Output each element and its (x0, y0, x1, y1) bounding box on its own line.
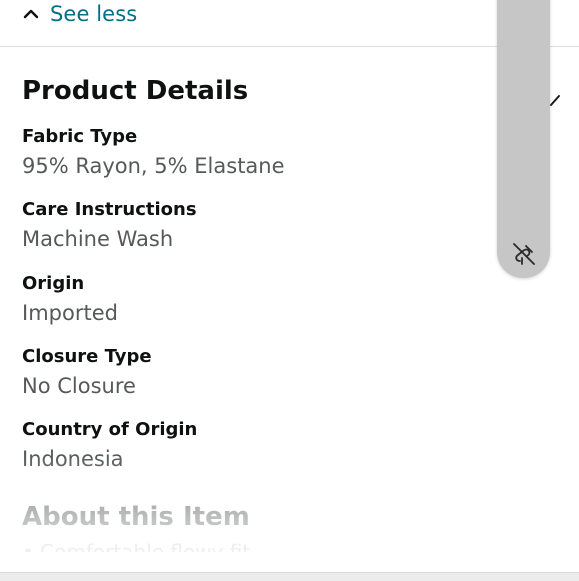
detail-closure-type: Closure Type No Closure (22, 345, 152, 400)
chevron-up-icon (22, 5, 40, 23)
product-details-title: Product Details (22, 76, 249, 106)
detail-fabric-type: Fabric Type 95% Rayon, 5% Elastane (22, 125, 285, 180)
about-this-item-title: About this Item (22, 502, 250, 532)
detail-care-instructions: Care Instructions Machine Wash (22, 198, 197, 253)
see-less-label: See less (50, 2, 138, 26)
detail-value: No Closure (22, 374, 136, 398)
edge-stroke-icon (549, 92, 561, 106)
detail-value: Imported (22, 301, 118, 325)
detail-origin: Origin Imported (22, 272, 118, 327)
detail-value: Indonesia (22, 447, 124, 471)
detail-value: Machine Wash (22, 227, 174, 251)
about-first-bullet: • Comfortable flowy fit (22, 540, 251, 552)
detail-label: Fabric Type (22, 126, 138, 147)
detail-value: 95% Rayon, 5% Elastane (22, 154, 285, 178)
detail-label: Closure Type (22, 346, 152, 367)
detail-label: Origin (22, 273, 85, 294)
see-less-toggle[interactable]: See less (22, 0, 137, 28)
detail-label: Country of Origin (22, 419, 198, 440)
section-divider (0, 46, 579, 47)
pin-off-icon[interactable] (510, 240, 538, 268)
detail-country-of-origin: Country of Origin Indonesia (22, 418, 197, 473)
detail-label: Care Instructions (22, 199, 197, 220)
floating-side-handle[interactable] (497, 0, 550, 278)
